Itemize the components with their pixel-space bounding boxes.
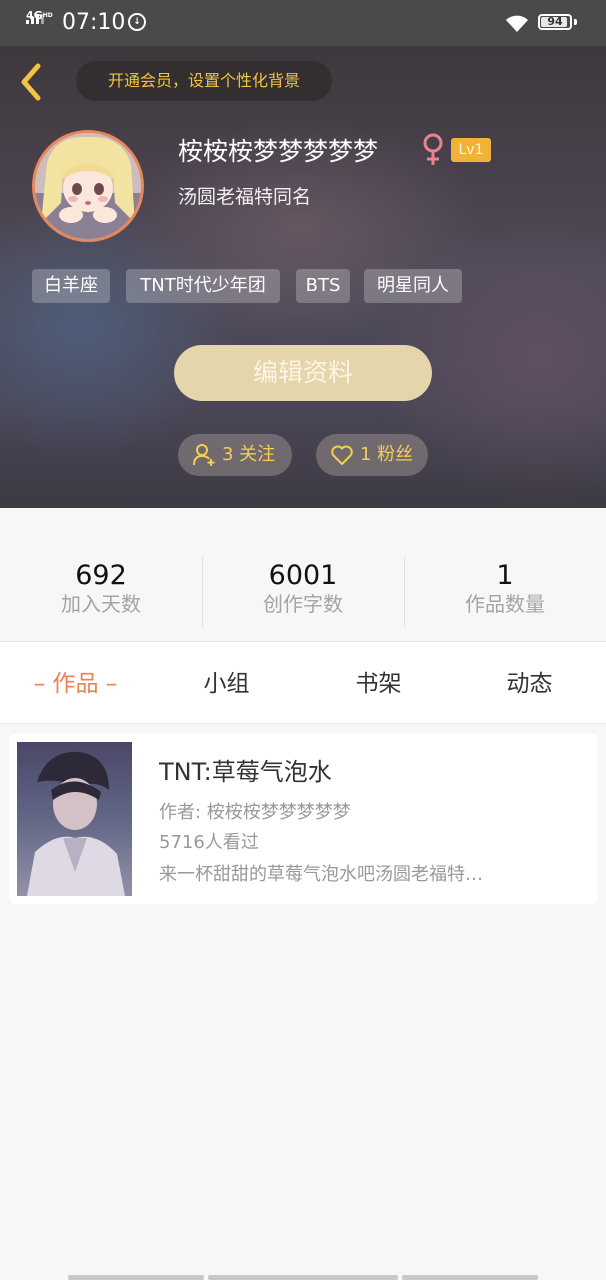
nav-indicator (402, 1275, 538, 1280)
data-saver-icon: ↓ (128, 13, 146, 31)
stat-label: 作品数量 (465, 592, 545, 616)
level-badge: Lv1 (451, 138, 491, 162)
signature: 汤圆老福特同名 (178, 186, 312, 208)
tab-works[interactable]: – 作品 – (0, 642, 151, 724)
tag-item[interactable]: BTS (296, 269, 350, 303)
edit-profile-button[interactable]: 编辑资料 (174, 345, 432, 401)
cellular-signal-icon: 4GHD (26, 9, 53, 24)
followers-button[interactable]: 1 粉丝 (316, 434, 428, 476)
work-card[interactable]: TNT:草莓气泡水 作者: 桉桉桉梦梦梦梦梦 5716人看过 来一杯甜甜的草莓气… (9, 734, 598, 904)
stat-days-joined: 692 加入天数 (0, 558, 202, 618)
battery-level: 94 (547, 15, 563, 28)
status-bar: 4GHD 07:10 ↓ 94 (0, 0, 606, 46)
status-time: 07:10 (62, 10, 126, 35)
profile-header: 4GHD 07:10 ↓ 94 开通会员，设置个性化背景 桉桉桉梦梦梦梦梦 Lv… (0, 0, 606, 508)
tab-groups[interactable]: 小组 (151, 642, 302, 724)
wifi-icon (506, 15, 528, 32)
tab-activity[interactable]: 动态 (454, 642, 605, 724)
work-description: 来一杯甜甜的草莓气泡水吧汤圆老福特… (159, 864, 483, 885)
nav-indicator (68, 1275, 204, 1280)
stat-work-count: 1 作品数量 (404, 558, 606, 618)
stat-label: 创作字数 (263, 592, 343, 616)
stat-word-count: 6001 创作字数 (202, 558, 404, 618)
work-author: 作者: 桉桉桉梦梦梦梦梦 (159, 802, 351, 823)
tab-bookshelf[interactable]: 书架 (303, 642, 454, 724)
profile-stats: 692 加入天数 6001 创作字数 1 作品数量 (0, 508, 606, 642)
works-list: TNT:草莓气泡水 作者: 桉桉桉梦梦梦梦梦 5716人看过 来一杯甜甜的草莓气… (0, 724, 606, 1280)
tag-item[interactable]: 明星同人 (364, 269, 462, 303)
stat-value: 692 (75, 560, 127, 591)
female-icon (423, 133, 443, 165)
user-add-icon (193, 444, 215, 466)
followers-count: 1 粉丝 (360, 444, 414, 465)
nav-indicator (208, 1275, 398, 1280)
following-count: 3 关注 (222, 444, 276, 465)
tag-item[interactable]: 白羊座 (32, 269, 110, 303)
battery-icon: 94 (538, 14, 572, 30)
battery-tip (574, 19, 577, 25)
avatar-image (35, 133, 141, 239)
stat-value: 1 (496, 560, 514, 591)
following-button[interactable]: 3 关注 (178, 434, 292, 476)
work-title: TNT:草莓气泡水 (159, 758, 332, 786)
back-button[interactable] (14, 60, 50, 104)
stat-value: 6001 (268, 560, 338, 591)
username: 桉桉桉梦梦梦梦梦 (178, 137, 379, 166)
stat-label: 加入天数 (61, 592, 141, 616)
vip-background-prompt[interactable]: 开通会员，设置个性化背景 (76, 61, 332, 101)
profile-page: 4GHD 07:10 ↓ 94 开通会员，设置个性化背景 桉桉桉梦梦梦梦梦 Lv… (0, 0, 606, 1280)
tag-item[interactable]: TNT时代少年团 (126, 269, 280, 303)
work-views: 5716人看过 (159, 832, 259, 853)
heart-icon (331, 445, 353, 465)
chevron-left-icon (21, 63, 41, 101)
profile-tabs: – 作品 – 小组 书架 动态 (0, 642, 606, 724)
avatar[interactable] (32, 130, 144, 242)
work-cover-image[interactable] (17, 742, 132, 896)
